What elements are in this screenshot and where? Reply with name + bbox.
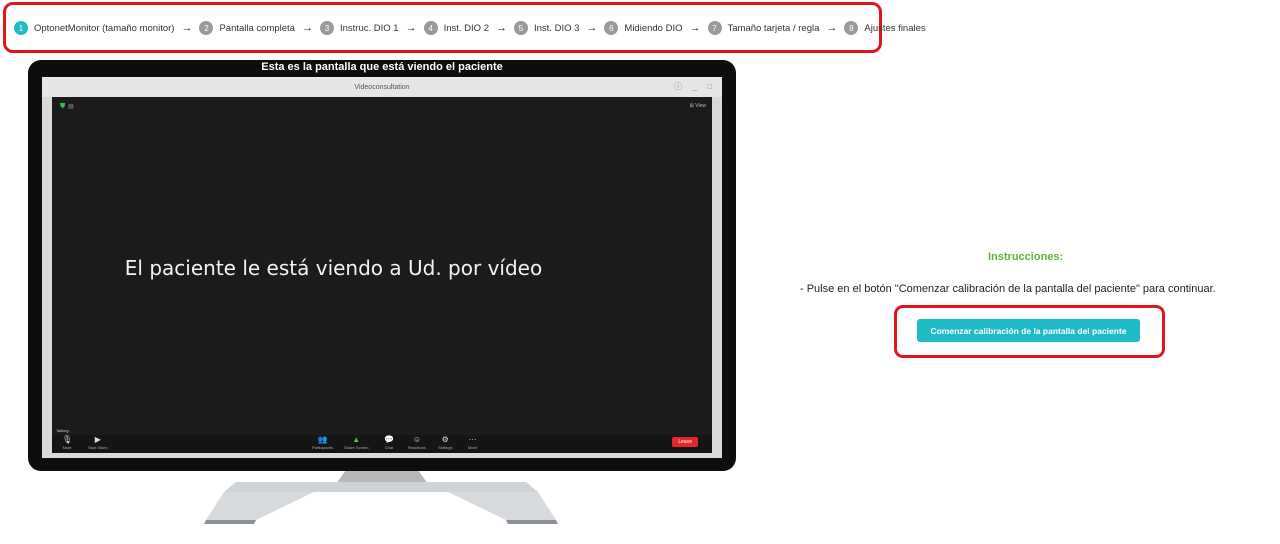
more-icon: ··· <box>468 435 477 444</box>
participants-label: Participants <box>312 445 333 450</box>
step-label: Tamaño tarjeta / regla <box>727 22 820 34</box>
arrow-right-icon: → <box>181 22 193 34</box>
mute-button[interactable]: 🎙 Mute <box>62 435 72 450</box>
monitor-stand <box>204 470 558 524</box>
chat-button[interactable]: 💬 Chat <box>384 435 394 450</box>
arrow-right-icon: → <box>496 22 507 34</box>
view-button[interactable]: ⊞ View <box>690 103 706 109</box>
step-number: 4 <box>423 21 438 35</box>
stand-neck <box>336 470 428 484</box>
share-screen-label: Share Screen <box>344 445 369 450</box>
step-label: Inst. DIO 3 <box>534 22 580 34</box>
step-label: Inst. DIO 2 <box>443 22 489 34</box>
share-screen-icon: ▲ <box>352 435 361 444</box>
step-number: 5 <box>514 21 528 35</box>
stand-base-right <box>448 492 556 520</box>
step-3[interactable]: 3 Instruc. DIO 1 <box>319 21 399 35</box>
view-label: View <box>695 103 706 109</box>
video-area: ⛊ ▤ ⊞ View El paciente le está viendo a … <box>52 97 712 437</box>
more-button[interactable]: ··· More <box>468 435 477 450</box>
reactions-label: Reactions <box>408 445 426 450</box>
mute-label: Mute <box>62 445 72 450</box>
shield-icon: ⛊ <box>60 103 66 110</box>
minimize-icon[interactable]: _ <box>693 82 697 92</box>
leave-button[interactable]: Leave <box>672 437 698 447</box>
info-icon[interactable]: ⓘ <box>674 82 682 92</box>
start-video-label: Start Video <box>88 445 108 450</box>
step-5[interactable]: 5 Inst. DIO 3 <box>514 21 579 35</box>
instructions-title: Instrucciones: <box>988 251 1064 263</box>
arrow-right-icon: → <box>826 22 838 34</box>
share-screen-button[interactable]: ▲ Share Screen <box>344 435 368 450</box>
chat-icon: 💬 <box>384 435 394 444</box>
monitor-caption: Esta es la pantalla que está viendo el p… <box>261 61 503 73</box>
reactions-icon: ☺ <box>412 435 421 444</box>
step-label: OptonetMonitor (tamaño monitor) <box>34 22 175 34</box>
camera-icon: ▶ <box>94 435 101 444</box>
step-1[interactable]: 1 OptonetMonitor (tamaño monitor) <box>14 21 174 35</box>
settings-label: Settings <box>438 445 453 450</box>
step-7[interactable]: 7 Tamaño tarjeta / regla <box>707 21 820 35</box>
talking-indicator: Talking: <box>56 428 70 433</box>
window-titlebar: Videoconsultation ⓘ _ □ <box>42 77 722 97</box>
instructions-text: - Pulse en el botón "Comenzar calibració… <box>800 283 1216 295</box>
participants-icon: 👥 <box>317 435 328 444</box>
step-label: Ajustes finales <box>864 22 926 34</box>
maximize-icon[interactable]: □ <box>707 82 712 92</box>
arrow-right-icon: → <box>689 22 701 34</box>
stand-base-right-edge <box>506 520 558 524</box>
chat-label: Chat <box>384 445 394 450</box>
step-label: Instruc. DIO 1 <box>339 22 399 34</box>
stand-base-left <box>206 492 314 520</box>
step-number: 6 <box>604 21 619 35</box>
step-number: 3 <box>319 21 334 35</box>
monitor-screen: Videoconsultation ⓘ _ □ ⛊ ▤ ⊞ View El pa… <box>42 77 722 458</box>
arrow-right-icon: → <box>405 22 417 34</box>
settings-button[interactable]: ⚙ Settings <box>438 435 452 450</box>
stand-base-back <box>224 482 538 492</box>
gear-icon: ⚙ <box>441 435 449 444</box>
microphone-icon: 🎙 <box>62 435 73 444</box>
step-number: 7 <box>707 21 722 35</box>
meeting-toolbar: 🎙 Mute ▶ Start Video 👥 Participants ▲ Sh… <box>52 435 712 453</box>
stand-base-left-edge <box>204 520 256 524</box>
arrow-right-icon: → <box>586 22 598 34</box>
step-label: Pantalla completa <box>219 22 295 34</box>
step-number: 1 <box>14 21 28 35</box>
signal-icon: ▤ <box>68 104 74 110</box>
wizard-stepper: 1 OptonetMonitor (tamaño monitor) → 2 Pa… <box>14 20 926 36</box>
video-message: El paciente le está viendo a Ud. por víd… <box>124 256 543 280</box>
participants-button[interactable]: 👥 Participants <box>312 435 333 450</box>
window-title: Videoconsultation <box>354 84 410 91</box>
step-8[interactable]: 8 Ajustes finales <box>844 21 926 35</box>
step-6[interactable]: 6 Midiendo DIO <box>604 21 683 35</box>
step-4[interactable]: 4 Inst. DIO 2 <box>423 21 489 35</box>
more-label: More <box>468 445 478 450</box>
step-label: Midiendo DIO <box>624 22 683 34</box>
start-video-button[interactable]: ▶ Start Video <box>88 435 108 450</box>
reactions-button[interactable]: ☺ Reactions <box>408 435 426 450</box>
step-number: 8 <box>844 21 859 35</box>
step-2[interactable]: 2 Pantalla completa <box>199 21 295 35</box>
start-calibration-button[interactable]: Comenzar calibración de la pantalla del … <box>917 319 1140 342</box>
step-number: 2 <box>199 21 214 35</box>
arrow-right-icon: → <box>301 22 313 34</box>
